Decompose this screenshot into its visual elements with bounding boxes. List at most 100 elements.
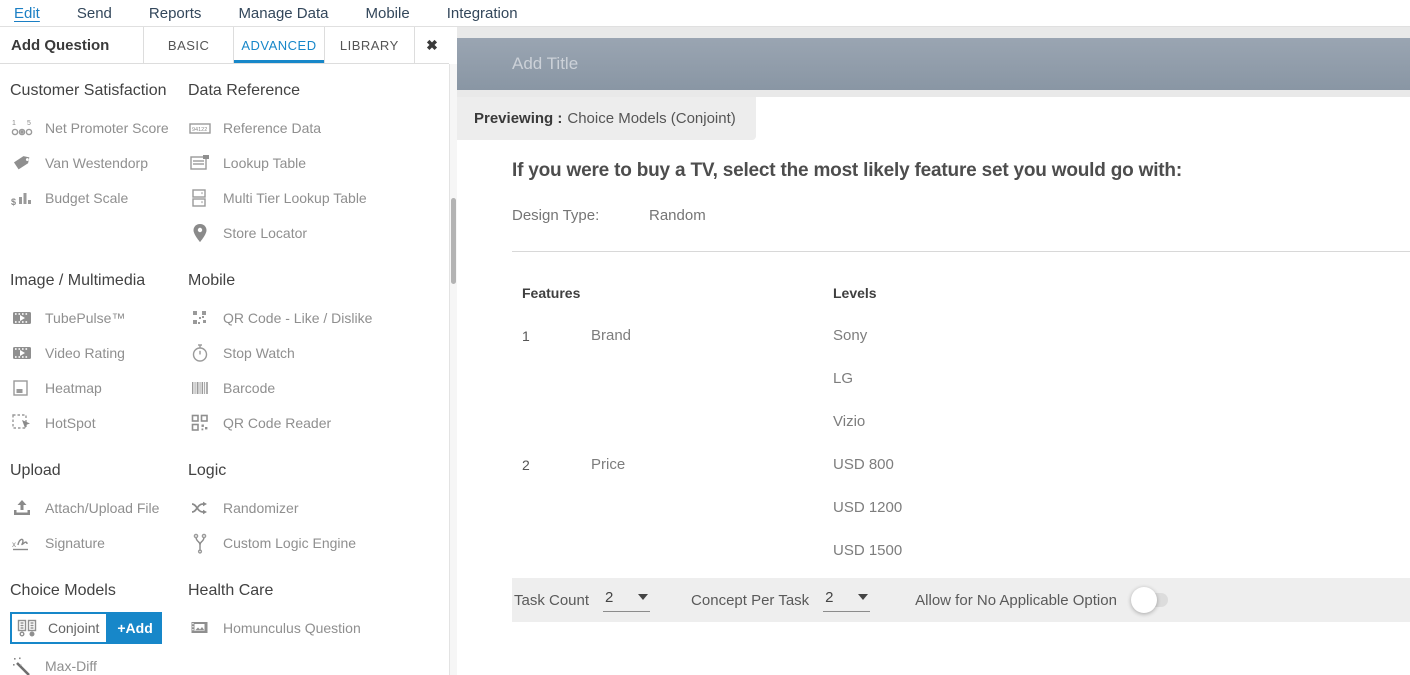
item-label: Signature (45, 535, 105, 551)
item-attach-upload-file[interactable]: Attach/Upload File (10, 490, 188, 525)
signature-icon: x (10, 531, 34, 555)
feature-row: 2PriceUSD 800USD 1200USD 1500 (522, 456, 1410, 585)
no-applicable-option-toggle[interactable] (1134, 593, 1168, 607)
item-label: TubePulse™ (45, 310, 125, 326)
add-conjoint-button[interactable]: +Add (108, 612, 161, 644)
video-film-icon (10, 341, 34, 365)
item-reference-data[interactable]: 94122Reference Data (188, 110, 449, 145)
item-tubepulse[interactable]: TubePulse™ (10, 300, 188, 335)
panel-scrollbar[interactable] (449, 64, 457, 675)
nav-item-reports[interactable]: Reports (149, 5, 202, 22)
magic-wand-icon (10, 654, 34, 675)
tab-advanced[interactable]: ADVANCED (234, 27, 324, 63)
item-heatmap[interactable]: Heatmap (10, 370, 188, 405)
item-hotspot[interactable]: HotSpot (10, 405, 188, 440)
section-title: Image / Multimedia (10, 272, 188, 290)
section-data-reference: Data Reference 94122Reference DataLookup … (188, 70, 449, 260)
multi-tier-lookup-icon (188, 186, 212, 210)
item-stop-watch[interactable]: Stop Watch (188, 335, 449, 370)
item-label: Heatmap (45, 380, 102, 396)
item-label: Van Westendorp (45, 155, 148, 171)
section-title: Mobile (188, 272, 449, 290)
item-custom-logic-engine[interactable]: Custom Logic Engine (188, 525, 449, 560)
item-label: Video Rating (45, 345, 125, 361)
level-value: Vizio (833, 413, 867, 456)
previewing-badge: Previewing : Choice Models (Conjoint) (457, 97, 756, 140)
question-text[interactable]: If you were to buy a TV, select the most… (512, 160, 1182, 182)
item-label: Stop Watch (223, 345, 295, 361)
nav-item-edit[interactable]: Edit (14, 5, 40, 22)
features-table-header: Features Levels (522, 285, 1410, 301)
tab-basic[interactable]: BASIC (144, 27, 234, 63)
section-title: Health Care (188, 582, 449, 600)
section-choice-models: Choice ModelsConjoint+AddMax-Diff (10, 570, 188, 675)
item-label: Multi Tier Lookup Table (223, 190, 367, 206)
svg-text:5: 5 (27, 120, 31, 127)
section-title: Logic (188, 462, 449, 480)
top-nav: Edit Send Reports Manage Data Mobile Integrat… (0, 0, 1410, 27)
close-icon[interactable]: ✖ (415, 27, 449, 63)
add-question-panel: Add Question BASICADVANCEDLIBRARY ✖ Cust… (0, 27, 449, 675)
nav-item-send[interactable]: Send (77, 5, 112, 22)
section-customer-satisfaction: Customer Satisfaction15Net Promoter Scor… (10, 70, 188, 260)
item-label: Barcode (223, 380, 275, 396)
item-label: Store Locator (223, 225, 307, 241)
feature-name: Price (591, 456, 833, 473)
nav-item-integration[interactable]: Integration (447, 5, 518, 22)
item-net-promoter-score[interactable]: 15Net Promoter Score (10, 110, 188, 145)
stopwatch-icon (188, 341, 212, 365)
features-table: Features Levels 1BrandSonyLGVizio2PriceU… (522, 285, 1410, 585)
feature-row: 1BrandSonyLGVizio (522, 327, 1410, 456)
budget-scale-icon: $ (10, 186, 34, 210)
nav-item-mobile[interactable]: Mobile (366, 5, 410, 22)
item-label: Conjoint (48, 620, 99, 636)
item-homunculus-question[interactable]: Homunculus Question (188, 610, 449, 645)
question-preview: Previewing : Choice Models (Conjoint) If… (457, 97, 1410, 675)
item-conjoint[interactable]: Conjoint (10, 612, 108, 644)
conjoint-forms-icon (15, 616, 39, 640)
net-promoter-score-icon: 15 (10, 116, 34, 140)
features-header: Features (522, 285, 833, 301)
nav-item-manage-data[interactable]: Manage Data (238, 5, 328, 22)
item-van-westendorp[interactable]: Van Westendorp (10, 145, 188, 180)
task-count-dropdown[interactable]: 2 (603, 589, 650, 612)
item-max-diff[interactable]: Max-Diff (10, 648, 188, 675)
question-type-list: Customer Satisfaction15Net Promoter Scor… (0, 64, 449, 675)
item-qr-code-reader[interactable]: QR Code Reader (188, 405, 449, 440)
panel-tabs: BASICADVANCEDLIBRARY (143, 27, 415, 63)
hotspot-cursor-icon (10, 411, 34, 435)
item-signature[interactable]: x Signature (10, 525, 188, 560)
heatmap-image-icon (10, 376, 34, 400)
concept-per-task-value: 2 (825, 589, 833, 606)
tab-library[interactable]: LIBRARY (325, 27, 415, 63)
caret-down-icon (638, 594, 648, 600)
item-video-rating[interactable]: Video Rating (10, 335, 188, 370)
item-barcode[interactable]: Barcode (188, 370, 449, 405)
item-budget-scale[interactable]: $Budget Scale (10, 180, 188, 215)
task-count-label: Task Count (514, 592, 589, 609)
caret-down-icon (858, 594, 868, 600)
divider (512, 251, 1410, 252)
levels-header: Levels (833, 285, 877, 301)
section-health-care: Health Care Homunculus Question (188, 570, 449, 675)
video-film-icon (10, 306, 34, 330)
item-randomizer[interactable]: Randomizer (188, 490, 449, 525)
map-pin-icon (188, 221, 212, 245)
item-qr-code-like-dislike[interactable]: QR Code - Like / Dislike (188, 300, 449, 335)
add-title-input[interactable]: Add Title (457, 38, 1410, 90)
concept-per-task-dropdown[interactable]: 2 (823, 589, 870, 612)
section-upload: UploadAttach/Upload FilexSignature (10, 450, 188, 570)
item-label: QR Code - Like / Dislike (223, 310, 372, 326)
item-label: Homunculus Question (223, 620, 361, 636)
item-lookup-table[interactable]: Lookup Table (188, 145, 449, 180)
section-mobile: Mobile QR Code - Like / Dislike Stop Watch… (188, 260, 449, 450)
design-type-label: Design Type: (512, 207, 649, 224)
scrollbar-thumb[interactable] (451, 198, 456, 284)
item-store-locator[interactable]: Store Locator (188, 215, 449, 250)
item-label: HotSpot (45, 415, 96, 431)
section-title: Data Reference (188, 82, 449, 100)
levels-list: USD 800USD 1200USD 1500 (833, 456, 902, 585)
upload-icon (10, 496, 34, 520)
level-value: USD 1200 (833, 499, 902, 542)
item-multi-tier-lookup-table[interactable]: Multi Tier Lookup Table (188, 180, 449, 215)
